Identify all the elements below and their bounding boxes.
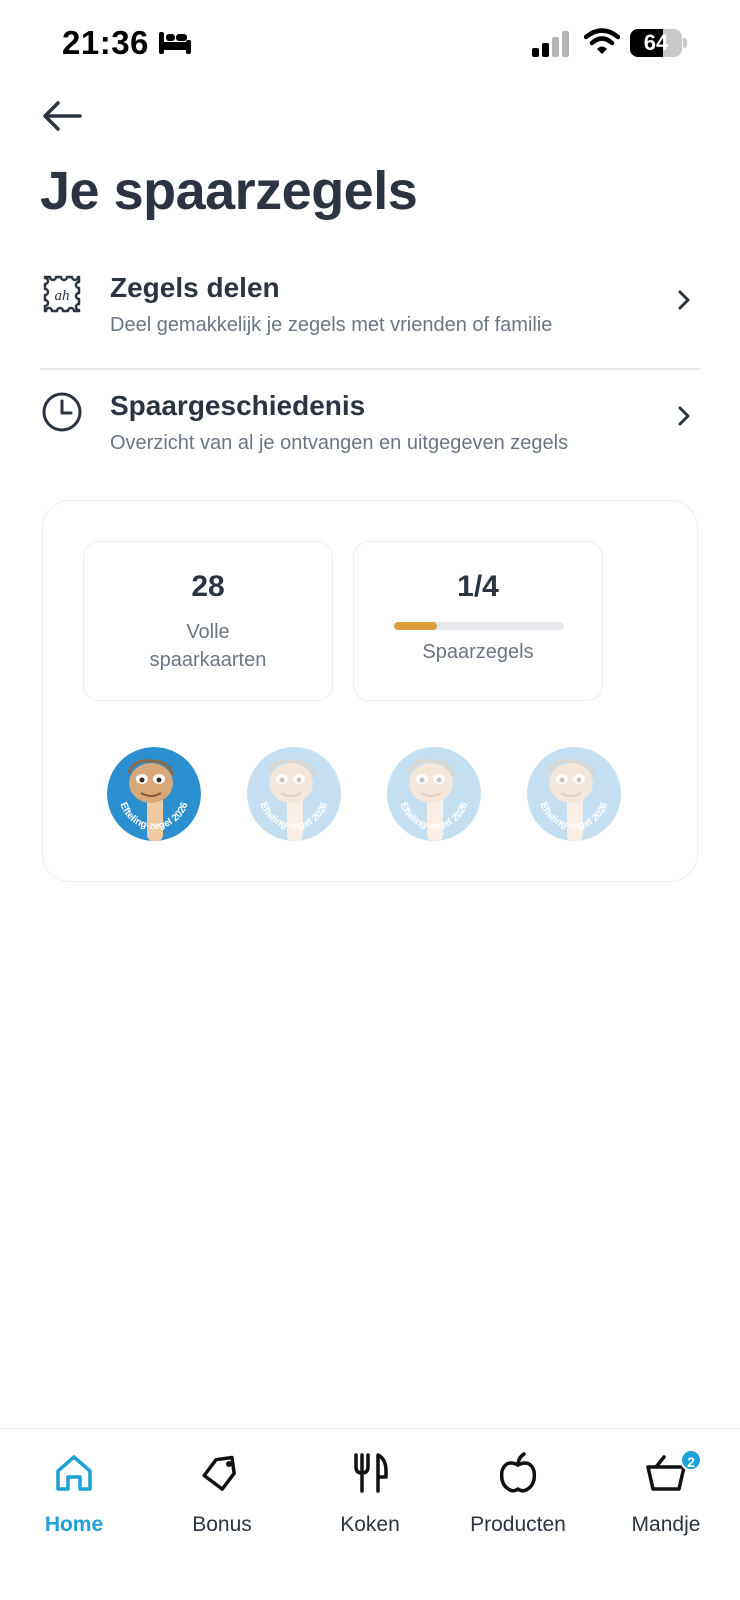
stamp-empty: Efteling-zegel 2026 [527, 747, 621, 841]
back-button[interactable] [38, 96, 88, 136]
share-stamps-subtitle: Deel gemakkelijk je zegels met vrienden … [110, 314, 553, 336]
tag-icon [202, 1455, 236, 1491]
clock-icon [42, 392, 82, 432]
chevron-right-icon [678, 406, 690, 426]
share-stamps-title: Zegels delen [110, 272, 280, 303]
nav-bonus-label: Bonus [192, 1513, 252, 1536]
wifi-icon [584, 28, 620, 54]
bottom-nav: Home Bonus Koken Producten 2 Mandje [0, 1428, 740, 1600]
chevron-right-icon [678, 290, 690, 310]
basket-count-badge: 2 [680, 1449, 702, 1471]
svg-text:ah: ah [55, 288, 70, 304]
battery-indicator: 64 [630, 29, 687, 57]
nav-producten[interactable]: Producten [444, 1429, 592, 1569]
full-cards-label-2: spaarkaarten [149, 649, 267, 671]
page-title: Je spaarzegels [40, 161, 418, 221]
nav-mandje-label: Mandje [631, 1513, 701, 1536]
stamps-label: Spaarzegels [422, 641, 534, 663]
share-stamp-icon: ah [43, 275, 81, 313]
status-bar: 21:36 64 [0, 0, 740, 90]
apple-icon [499, 1452, 537, 1493]
nav-bonus[interactable]: Bonus [148, 1429, 296, 1569]
nav-producten-label: Producten [470, 1513, 566, 1536]
nav-mandje[interactable]: 2 Mandje [592, 1429, 740, 1569]
stamps-progress-fill [394, 622, 437, 630]
nav-home-label: Home [44, 1513, 104, 1536]
saving-history-subtitle: Overzicht van al je ontvangen en uitgege… [110, 432, 569, 454]
stamp-collected: Efteling-zegel 2026 [107, 747, 201, 841]
signal-icon [532, 31, 569, 57]
stamps-progress-bar [394, 622, 564, 630]
bed-icon [159, 32, 191, 54]
share-stamps-item[interactable]: ah Zegels delen Deel gemakkelijk je zege… [40, 258, 700, 368]
full-cards-count: 28 [191, 570, 225, 603]
home-icon [56, 1455, 92, 1491]
nav-koken[interactable]: Koken [296, 1429, 444, 1569]
stamp-empty: Efteling-zegel 2026 [387, 747, 481, 841]
stamp-card: 28 Volle spaarkaarten 1/4 Spaarzegels Ef… [42, 500, 698, 882]
saving-history-item[interactable]: Spaargeschiedenis Overzicht van al je on… [40, 376, 700, 486]
battery-level: 64 [643, 30, 669, 55]
full-cards-label-1: Volle [186, 621, 230, 643]
divider [40, 368, 700, 370]
status-time: 21:36 [62, 24, 149, 61]
nav-home[interactable]: Home [0, 1429, 148, 1569]
saving-history-title: Spaargeschiedenis [110, 390, 366, 421]
cutlery-icon [354, 1453, 388, 1493]
full-cards-box: 28 Volle spaarkaarten [83, 541, 333, 701]
stamps-count: 1/4 [457, 570, 499, 603]
stamps-box: 1/4 Spaarzegels [353, 541, 603, 701]
nav-koken-label: Koken [340, 1513, 400, 1536]
stamp-empty: Efteling-zegel 2026 [247, 747, 341, 841]
